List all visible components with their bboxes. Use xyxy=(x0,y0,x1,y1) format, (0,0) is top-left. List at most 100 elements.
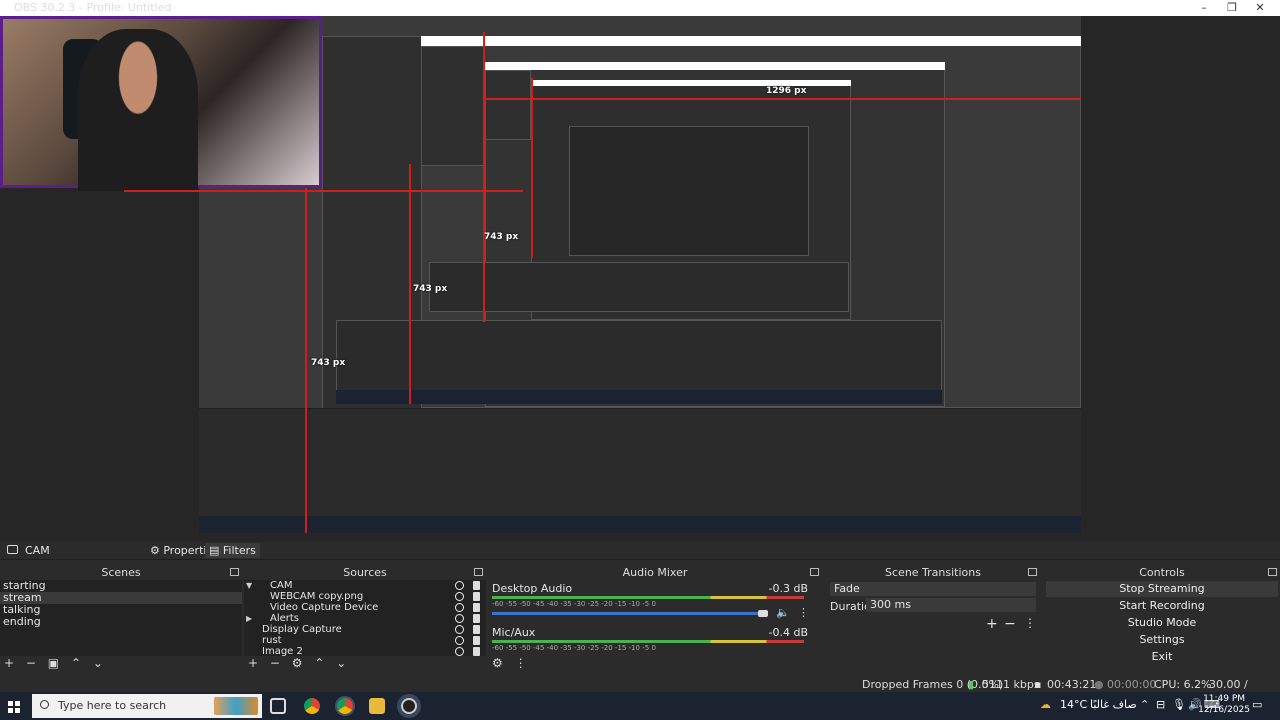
chrome-icon[interactable] xyxy=(304,698,320,714)
visibility-eye-icon[interactable] xyxy=(455,647,464,656)
volume-fader-desktop[interactable] xyxy=(492,612,764,615)
visibility-eye-icon[interactable] xyxy=(455,636,464,645)
minimize-button[interactable]: – xyxy=(1190,0,1218,16)
lock-icon[interactable] xyxy=(473,647,480,656)
undock-icon[interactable] xyxy=(474,568,483,576)
status-bar: Dropped Frames 0 (0.0%) ▮ 5111 kbps ▪ 00… xyxy=(0,676,1280,704)
studio-mode-button[interactable]: Studio Mode xyxy=(1046,615,1278,631)
scenes-title: Scenes xyxy=(101,566,141,579)
stop-streaming-button[interactable]: Stop Streaming xyxy=(1046,581,1278,597)
speaker-icon[interactable]: 🔈 xyxy=(776,606,790,619)
taskbar: Type here to search ☁ 14°C صاف غالبًا ⌃ … xyxy=(0,692,1280,720)
remove-transition-button[interactable]: − xyxy=(1004,616,1016,632)
source-item-cam[interactable]: ▼ CAM xyxy=(244,580,486,591)
measure-line-vertical-2 xyxy=(409,164,411,404)
move-down-icon[interactable]: ⌄ xyxy=(336,656,346,670)
source-properties-gear-icon[interactable]: ⚙ xyxy=(292,656,303,670)
undock-icon[interactable] xyxy=(1028,568,1037,576)
audio-mixer-header: Audio Mixer xyxy=(488,566,822,580)
close-button[interactable]: ✕ xyxy=(1246,0,1274,16)
search-highlight-image xyxy=(214,697,258,715)
visibility-eye-icon[interactable] xyxy=(455,592,464,601)
controls-title: Controls xyxy=(1139,566,1185,579)
undock-icon[interactable] xyxy=(810,568,819,576)
microphone-icon[interactable]: 🎙 xyxy=(1172,698,1186,711)
move-down-icon[interactable]: ⌄ xyxy=(93,656,103,670)
network-icon[interactable]: ⊟ xyxy=(1156,698,1165,711)
weather-temp[interactable]: 14°C xyxy=(1060,698,1087,711)
windows-start-icon[interactable] xyxy=(8,701,20,713)
undock-icon[interactable] xyxy=(230,568,239,576)
scene-transitions-title: Scene Transitions xyxy=(885,566,981,579)
file-explorer-icon[interactable] xyxy=(369,698,385,714)
lock-icon[interactable] xyxy=(473,636,480,645)
measure-label-height-1: 743 px xyxy=(311,358,346,368)
kebab-menu-icon[interactable]: ⋮ xyxy=(798,606,809,619)
source-item-alerts[interactable]: ▶ Alerts xyxy=(244,613,486,624)
signal-bars-icon: ▮ xyxy=(968,678,975,691)
advanced-audio-gear-icon[interactable]: ⚙ xyxy=(492,656,503,670)
scene-filters-icon[interactable]: ▣ xyxy=(48,656,59,670)
duration-input[interactable]: 300 ms xyxy=(866,598,1036,612)
source-label: WEBCAM copy.png xyxy=(270,591,364,602)
preview-canvas[interactable]: 1296 px 743 px 743 px 743 px xyxy=(199,16,1081,533)
lock-icon[interactable] xyxy=(473,603,480,612)
obs-icon[interactable] xyxy=(401,698,417,714)
clock[interactable]: 11:49 PM 12/16/2025 xyxy=(1198,694,1250,716)
audio-mixer-title: Audio Mixer xyxy=(622,566,688,579)
measure-line-vertical-4 xyxy=(531,78,533,258)
source-label: Alerts xyxy=(270,613,300,624)
move-up-icon[interactable]: ⌃ xyxy=(314,656,324,670)
lock-icon[interactable] xyxy=(473,614,480,623)
channel-name-mic: Mic/Aux xyxy=(492,626,536,639)
kebab-menu-icon[interactable]: ⋮ xyxy=(515,656,527,670)
remove-source-button[interactable]: − xyxy=(270,656,280,670)
visibility-eye-icon[interactable] xyxy=(455,625,464,634)
measure-label-height-3: 743 px xyxy=(484,232,519,242)
add-transition-button[interactable]: + xyxy=(986,616,998,632)
source-item-webcam[interactable]: WEBCAM copy.png xyxy=(244,591,486,602)
fader-knob-desktop[interactable] xyxy=(758,610,768,617)
lock-icon[interactable] xyxy=(473,592,480,601)
channel-name-desktop: Desktop Audio xyxy=(492,582,573,595)
visibility-eye-icon[interactable] xyxy=(455,614,464,623)
sources-list: ▼ CAM WEBCAM copy.png Video Capture Devi… xyxy=(244,580,486,657)
transition-select[interactable]: Fade xyxy=(830,582,1036,596)
weather-icon: ☁ xyxy=(1040,698,1051,711)
nested-window-4 xyxy=(569,126,809,256)
collapse-arrow-icon[interactable]: ▶ xyxy=(246,613,252,624)
record-icon: ● xyxy=(1094,678,1104,691)
exit-button[interactable]: Exit xyxy=(1046,649,1278,665)
start-recording-button[interactable]: Start Recording xyxy=(1046,598,1278,614)
record-time: 00:00:00 xyxy=(1107,678,1157,691)
add-source-button[interactable]: + xyxy=(248,656,258,670)
move-up-icon[interactable]: ⌃ xyxy=(71,656,81,670)
add-scene-button[interactable]: + xyxy=(4,656,14,670)
task-view-icon[interactable] xyxy=(270,698,286,714)
settings-button[interactable]: Settings xyxy=(1046,632,1278,648)
lock-icon[interactable] xyxy=(473,581,480,590)
scene-item-ending[interactable]: ending xyxy=(0,616,242,628)
lock-icon[interactable] xyxy=(473,625,480,634)
maximize-button[interactable]: ❐ xyxy=(1218,0,1246,16)
remove-scene-button[interactable]: − xyxy=(26,656,36,670)
webcam-source[interactable] xyxy=(0,16,322,191)
source-item-video-capture[interactable]: Video Capture Device xyxy=(244,602,486,613)
notifications-icon[interactable]: ▭ xyxy=(1252,698,1262,711)
chrome-profile-icon[interactable] xyxy=(337,698,353,714)
nested-cam-1 xyxy=(421,46,485,166)
preview-area[interactable]: 1296 px 743 px 743 px 743 px xyxy=(0,16,1280,542)
transition-menu-icon[interactable]: ⋮ xyxy=(1024,616,1036,630)
sources-header: Sources xyxy=(244,566,486,580)
visibility-eye-icon[interactable] xyxy=(455,603,464,612)
source-item-display-capture[interactable]: Display Capture xyxy=(244,624,486,635)
expand-arrow-icon[interactable]: ▼ xyxy=(246,580,252,591)
tray-chevron-icon[interactable]: ⌃ xyxy=(1140,698,1149,711)
taskbar-search[interactable]: Type here to search xyxy=(32,694,262,718)
volume-meter-mic xyxy=(492,640,804,643)
undock-icon[interactable] xyxy=(1268,568,1277,576)
visibility-eye-icon[interactable] xyxy=(455,581,464,590)
filters-button[interactable]: ▤ Filters xyxy=(205,543,260,558)
source-item-rust[interactable]: rust xyxy=(244,635,486,646)
source-label: Display Capture xyxy=(262,624,342,635)
